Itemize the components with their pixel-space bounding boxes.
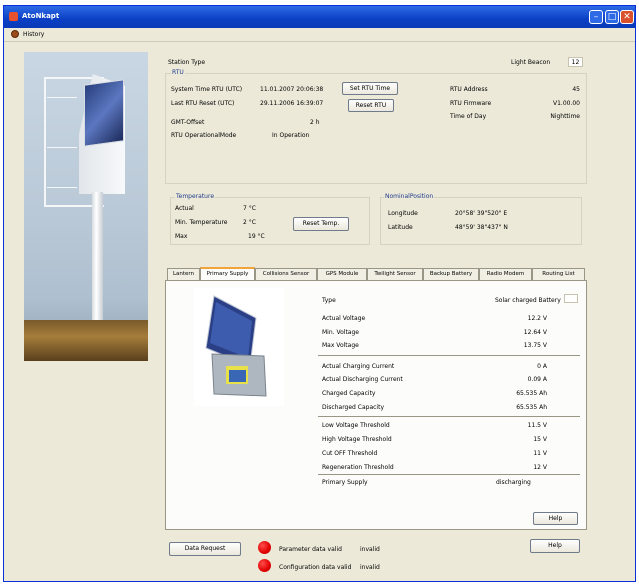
divider bbox=[318, 355, 580, 356]
configuration-valid-label: Configuration data valid bbox=[279, 564, 352, 571]
temp-actual-value: 7 °C bbox=[243, 205, 256, 212]
reset-rtu-button[interactable]: Reset RTU bbox=[348, 99, 394, 112]
charging-current-value: 0 A bbox=[537, 363, 547, 370]
photo-strut bbox=[47, 147, 77, 148]
position-group bbox=[380, 197, 582, 245]
charging-current-label: Actual Charging Current bbox=[322, 363, 395, 370]
tab-strip: Lantern Primary Supply Collisions Sensor… bbox=[167, 267, 587, 280]
reset-temp-button[interactable]: Reset Temp. bbox=[293, 217, 349, 231]
latitude-label: Latitude bbox=[388, 224, 413, 231]
configuration-valid-value: invalid bbox=[360, 564, 380, 571]
low-voltage-threshold-label: Low Voltage Threshold bbox=[322, 422, 390, 429]
maximize-button[interactable]: □ bbox=[605, 10, 619, 24]
close-button[interactable]: ✕ bbox=[620, 10, 634, 24]
history-icon bbox=[11, 30, 19, 38]
max-voltage-label: Max Voltage bbox=[322, 342, 359, 349]
rtu-group-label: RTU bbox=[171, 69, 185, 76]
position-group-label: NominalPosition bbox=[384, 193, 435, 200]
parameter-valid-label: Parameter data valid bbox=[279, 546, 342, 553]
photo-strut bbox=[47, 97, 77, 98]
min-voltage-value: 12.64 V bbox=[523, 329, 547, 336]
system-time-value: 11.01.2007 20:06:38 bbox=[260, 86, 324, 93]
photo-solar-panel bbox=[84, 79, 124, 147]
high-voltage-threshold-label: High Voltage Threshold bbox=[322, 436, 392, 443]
discharged-capacity-value: 65.535 Ah bbox=[516, 404, 547, 411]
solar-battery-image bbox=[194, 288, 284, 406]
operational-mode-label: RTU OperationalMode bbox=[171, 132, 237, 139]
menu-bar: History bbox=[4, 28, 635, 42]
photo-rocks bbox=[24, 320, 148, 361]
last-reset-value: 29.11.2006 16:39:07 bbox=[260, 100, 324, 107]
rtu-firmware-value: V1.00.00 bbox=[552, 100, 580, 107]
temp-max-value: 19 °C bbox=[248, 233, 265, 240]
latitude-value: 48°59' 38"437" N bbox=[455, 224, 508, 231]
charged-capacity-label: Charged Capacity bbox=[322, 390, 376, 397]
cut-off-threshold-label: Cut OFF Threshold bbox=[322, 450, 378, 457]
primary-supply-label: Primary Supply bbox=[322, 479, 368, 486]
regeneration-threshold-value: 12 V bbox=[533, 464, 547, 471]
rtu-address-value: 45 bbox=[572, 86, 580, 93]
high-voltage-threshold-value: 15 V bbox=[533, 436, 547, 443]
configuration-status-led bbox=[258, 559, 271, 572]
last-reset-label: Last RTU Reset (UTC) bbox=[171, 100, 235, 107]
supply-type-label: Type bbox=[322, 297, 336, 304]
data-request-button[interactable]: Data Request bbox=[169, 542, 241, 556]
title-bar: AtoNkapt – □ ✕ bbox=[4, 6, 635, 28]
temperature-group-label: Temperature bbox=[175, 193, 216, 200]
app-icon bbox=[9, 12, 18, 21]
max-voltage-value: 13.75 V bbox=[523, 342, 547, 349]
parameter-valid-value: invalid bbox=[360, 546, 380, 553]
station-type-code: 12 bbox=[568, 57, 583, 67]
supply-type-box bbox=[564, 294, 578, 303]
operational-mode-value: In Operation bbox=[272, 132, 310, 139]
tab-primary-supply[interactable]: Primary Supply bbox=[200, 267, 255, 280]
cut-off-threshold-value: 11 V bbox=[533, 450, 547, 457]
menu-history[interactable]: History bbox=[23, 31, 44, 38]
longitude-label: Longitude bbox=[388, 210, 418, 217]
temp-min-label: Min. Temperature bbox=[175, 219, 228, 226]
tab-backup-battery[interactable]: Backup Battery bbox=[423, 268, 479, 280]
time-of-day-value: Nighttime bbox=[550, 113, 580, 120]
tab-twilight-sensor[interactable]: Twilight Sensor bbox=[367, 268, 423, 280]
discharging-current-label: Actual Discharging Current bbox=[322, 376, 403, 383]
min-voltage-label: Min. Voltage bbox=[322, 329, 359, 336]
rtu-address-label: RTU Address bbox=[450, 86, 488, 93]
rtu-firmware-label: RTU Firmware bbox=[450, 100, 492, 107]
actual-voltage-value: 12.2 V bbox=[527, 315, 547, 322]
actual-voltage-label: Actual Voltage bbox=[322, 315, 366, 322]
station-type-value: Light Beacon bbox=[511, 59, 551, 66]
help-button[interactable]: Help bbox=[530, 539, 580, 553]
gmt-offset-value: 2 h bbox=[310, 119, 320, 126]
discharging-current-value: 0.09 A bbox=[527, 376, 547, 383]
regeneration-threshold-label: Regeneration Threshold bbox=[322, 464, 394, 471]
parameter-status-led bbox=[258, 541, 271, 554]
tab-radio-modem[interactable]: Radio Modem bbox=[479, 268, 532, 280]
supply-type-value: Solar charged Battery bbox=[495, 297, 561, 304]
temp-max-label: Max bbox=[175, 233, 188, 240]
tab-routing-list[interactable]: Routing List bbox=[532, 268, 585, 280]
station-photo bbox=[24, 52, 148, 361]
tab-lantern[interactable]: Lantern bbox=[167, 268, 200, 280]
temp-actual-label: Actual bbox=[175, 205, 194, 212]
divider bbox=[318, 416, 580, 417]
photo-strut bbox=[47, 187, 77, 188]
charged-capacity-value: 65.535 Ah bbox=[516, 390, 547, 397]
primary-supply-value: discharging bbox=[496, 479, 531, 486]
set-rtu-time-button[interactable]: Set RTU Time bbox=[342, 82, 398, 95]
gmt-offset-label: GMT-Offset bbox=[171, 119, 205, 126]
system-time-label: System Time RTU (UTC) bbox=[171, 86, 243, 93]
station-type-label: Station Type bbox=[168, 59, 206, 66]
tab-collisions-sensor[interactable]: Collisions Sensor bbox=[255, 268, 317, 280]
discharged-capacity-label: Discharged Capacity bbox=[322, 404, 384, 411]
minimize-button[interactable]: – bbox=[589, 10, 603, 24]
divider bbox=[318, 474, 580, 475]
supply-help-button[interactable]: Help bbox=[533, 512, 578, 525]
temp-min-value: 2 °C bbox=[243, 219, 256, 226]
window-title: AtoNkapt bbox=[22, 12, 60, 20]
time-of-day-label: Time of Day bbox=[450, 113, 487, 120]
low-voltage-threshold-value: 11.5 V bbox=[527, 422, 547, 429]
tab-gps-module[interactable]: GPS Module bbox=[317, 268, 367, 280]
longitude-value: 20°58' 39"520" E bbox=[455, 210, 508, 217]
